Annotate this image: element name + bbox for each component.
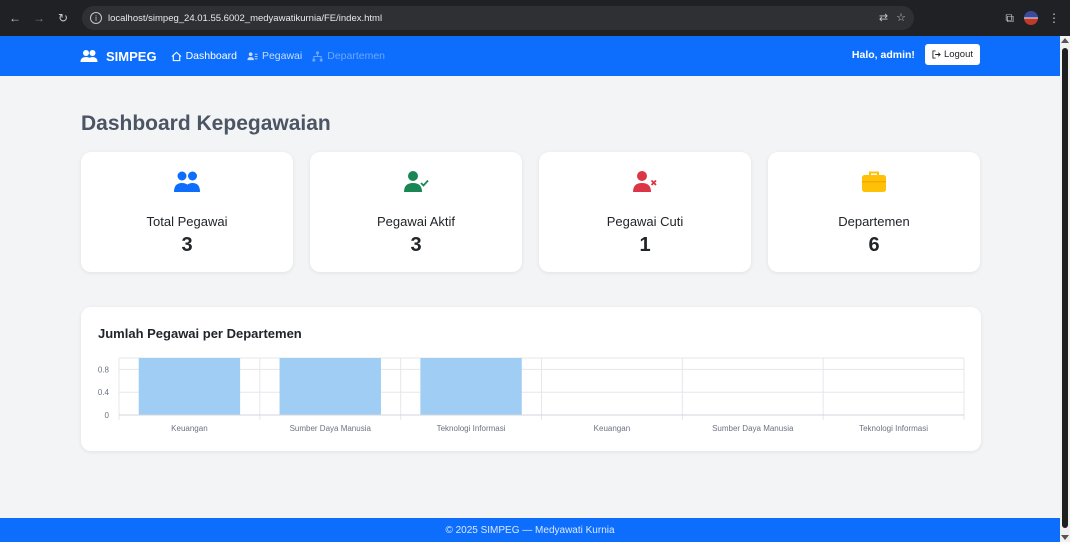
scroll-down-arrow[interactable] [1061,535,1069,540]
forward-icon[interactable]: → [30,9,48,27]
page-title: Dashboard Kepegawaian [81,112,331,135]
bar-chart: 0 0.4 0.8 Keuangan Sumber Daya Manusia Teknol… [98,357,965,433]
nav-pegawai-label: Pegawai [261,50,303,62]
logout-icon [932,50,941,59]
stat-value: 1 [639,234,651,256]
y-tick-label: 0.4 [98,388,110,397]
y-tick-label: 0 [105,411,110,420]
app-navbar: SIMPEG Dashboard Pegawai Departemen Halo… [0,36,1060,76]
chart-card: Jumlah Pegawai per Departemen 0 0.4 0.8 Keu… [81,307,981,451]
people-icon [80,50,98,62]
bookmark-star-icon[interactable]: ☆ [896,11,906,24]
stat-value: 3 [410,234,422,256]
stat-label: Pegawai Aktif [376,214,456,229]
nav-departemen-label: Departemen [327,50,386,62]
reload-icon[interactable]: ↻ [54,9,72,27]
sitemap-icon [312,50,323,62]
people-icon [174,171,200,192]
profile-avatar[interactable] [1024,11,1038,25]
x-tick-label: Keuangan [171,424,207,433]
page-scrollbar[interactable] [1060,36,1070,542]
x-tick-label: Keuangan [594,424,630,433]
logout-label: Logout [943,49,973,60]
stat-label: Departemen [838,214,910,229]
bar [420,358,522,415]
x-tick-label: Teknologi Informasi [859,424,928,433]
site-info-icon[interactable]: i [90,12,102,24]
x-tick-label: Sumber Daya Manusia [290,424,372,433]
address-url: localhost/simpeg_24.01.55.6002_medyawati… [108,12,383,24]
scroll-thumb[interactable] [1062,48,1068,528]
footer: © 2025 SIMPEG — Medyawati Kurnia [0,518,1060,542]
stat-card-total-pegawai: Total Pegawai 3 [81,152,293,272]
menu-kebab-icon[interactable]: ⋮ [1048,11,1060,25]
user-x-icon [633,171,657,192]
y-tick-label: 0.8 [98,365,110,374]
stat-label: Total Pegawai [146,214,228,229]
bar [138,358,241,415]
stat-card-departemen: Departemen 6 [768,152,980,272]
footer-text: © 2025 SIMPEG — Medyawati Kurnia [445,524,615,536]
address-bar[interactable]: i localhost/simpeg_24.01.55.6002_medyawa… [82,6,914,30]
user-greeting: Halo, admin! [851,48,915,61]
home-icon [171,51,182,61]
stat-label: Pegawai Cuti [606,214,684,229]
bar [279,358,381,415]
extensions-icon[interactable]: ⧉ [1005,11,1014,26]
x-tick-label: Sumber Daya Manusia [712,424,794,433]
user-check-icon [404,171,429,192]
stat-value: 3 [181,234,193,256]
nav-dashboard-label: Dashboard [185,50,237,62]
nav-dashboard[interactable]: Dashboard [171,50,237,62]
stat-card-pegawai-aktif: Pegawai Aktif 3 [310,152,522,272]
brand-name: SIMPEG [106,48,157,64]
translate-icon[interactable]: ⇄ [879,11,888,24]
stat-card-pegawai-cuti: Pegawai Cuti 1 [539,152,751,272]
stat-value: 6 [868,234,880,256]
users-icon [247,51,258,60]
brand[interactable]: SIMPEG [80,49,157,64]
x-tick-label: Teknologi Informasi [437,424,506,433]
browser-toolbar: ← → ↻ i localhost/simpeg_24.01.55.6002_m… [0,0,1070,36]
scroll-up-arrow[interactable] [1061,38,1069,43]
back-icon[interactable]: ← [6,9,24,27]
nav-departemen[interactable]: Departemen [312,50,385,62]
briefcase-icon [862,171,886,192]
nav-pegawai[interactable]: Pegawai [247,50,302,62]
logout-button[interactable]: Logout [924,44,980,65]
